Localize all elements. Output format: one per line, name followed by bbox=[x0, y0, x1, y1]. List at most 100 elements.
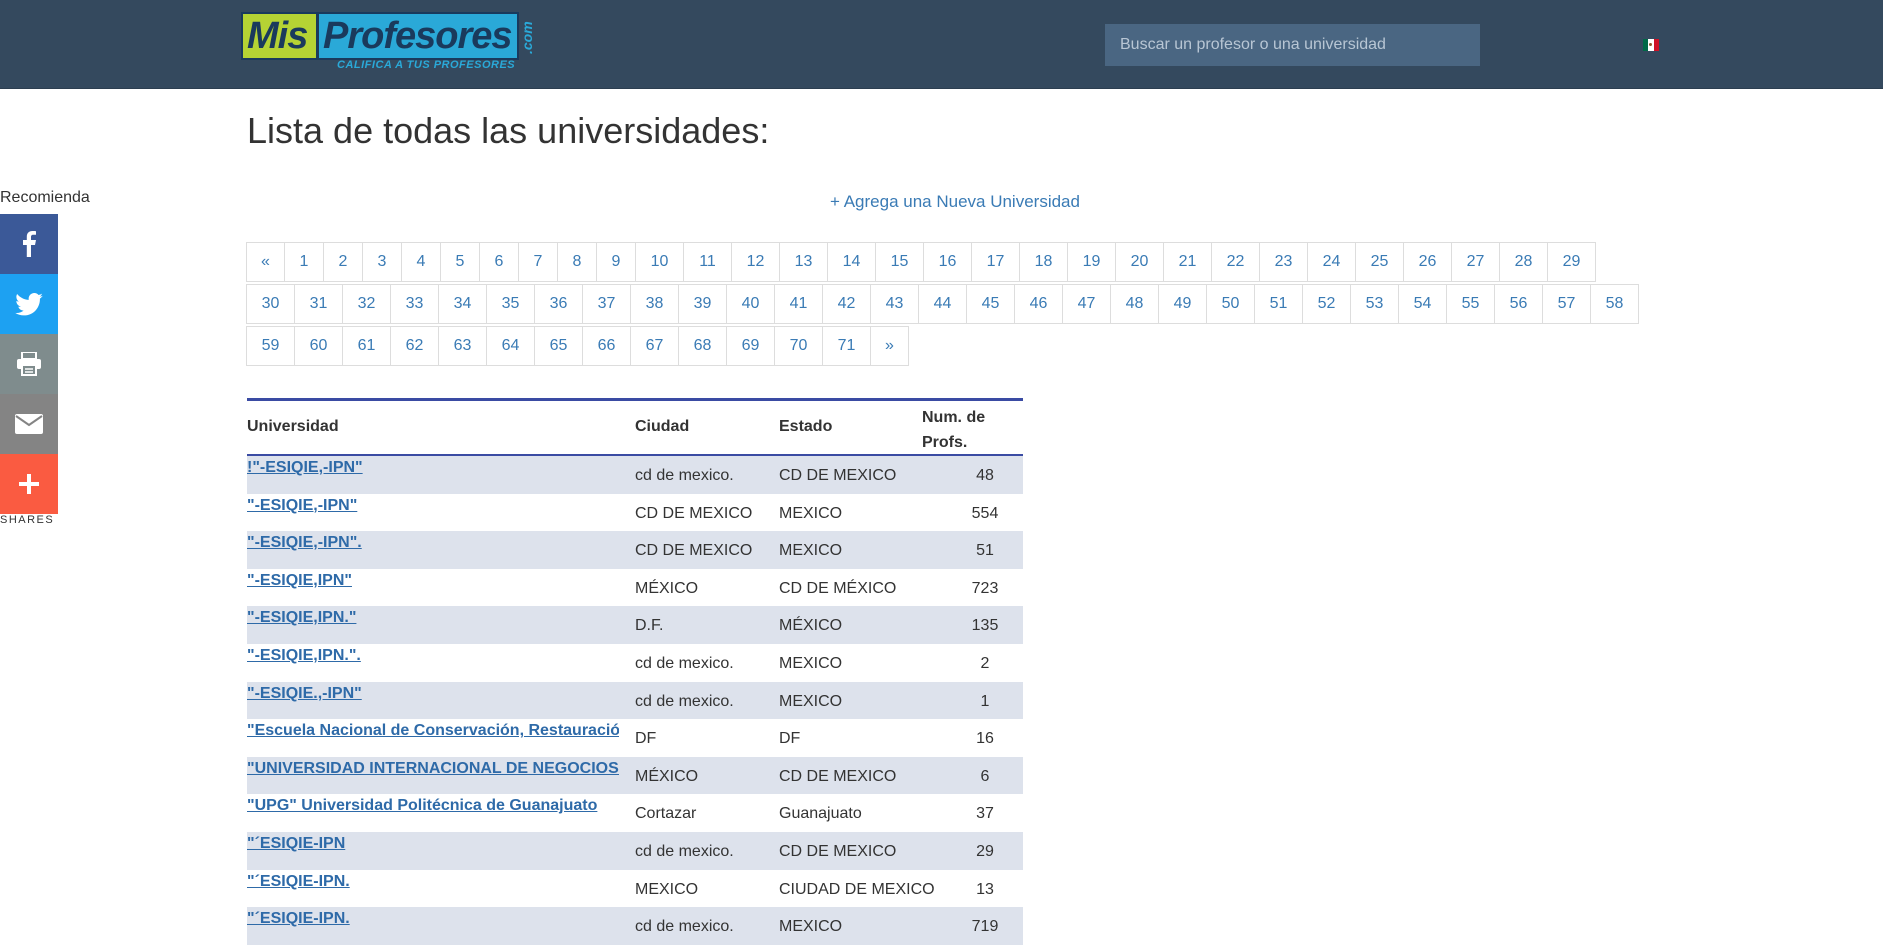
pagination-page[interactable]: 32 bbox=[342, 284, 391, 324]
pagination-page[interactable]: 5 bbox=[440, 242, 480, 282]
pagination-page[interactable]: 21 bbox=[1163, 242, 1212, 282]
university-link[interactable]: "-ESIQIE.,-IPN" bbox=[247, 685, 619, 703]
pagination-page[interactable]: 26 bbox=[1403, 242, 1452, 282]
pagination-page[interactable]: 11 bbox=[683, 242, 732, 282]
pagination-page[interactable]: 24 bbox=[1307, 242, 1356, 282]
pagination-page[interactable]: 46 bbox=[1014, 284, 1063, 324]
pagination-page[interactable]: 18 bbox=[1019, 242, 1068, 282]
pagination-page[interactable]: 30 bbox=[246, 284, 295, 324]
university-link[interactable]: "-ESIQIE,IPN.". bbox=[247, 647, 619, 665]
university-link[interactable]: "-ESIQIE,-IPN". bbox=[247, 534, 619, 552]
university-link[interactable]: "UPG" Universidad Politécnica de Guanaju… bbox=[247, 797, 619, 815]
pagination-page[interactable]: 22 bbox=[1211, 242, 1260, 282]
university-link[interactable]: "-ESIQIE,-IPN" bbox=[247, 497, 619, 515]
pagination-page[interactable]: 71 bbox=[822, 326, 871, 366]
pagination-page[interactable]: 8 bbox=[557, 242, 597, 282]
pagination-page[interactable]: 51 bbox=[1254, 284, 1303, 324]
email-share-button[interactable] bbox=[0, 394, 58, 454]
pagination-page[interactable]: 34 bbox=[438, 284, 487, 324]
pagination-page[interactable]: 20 bbox=[1115, 242, 1164, 282]
pagination-page[interactable]: 13 bbox=[779, 242, 828, 282]
pagination-page[interactable]: 63 bbox=[438, 326, 487, 366]
pagination-page[interactable]: 48 bbox=[1110, 284, 1159, 324]
pagination-page[interactable]: 58 bbox=[1590, 284, 1639, 324]
university-link[interactable]: "-ESIQIE,IPN" bbox=[247, 572, 619, 590]
pagination-page[interactable]: 56 bbox=[1494, 284, 1543, 324]
pagination-page[interactable]: 17 bbox=[971, 242, 1020, 282]
pagination-page[interactable]: 45 bbox=[966, 284, 1015, 324]
pagination-page[interactable]: 15 bbox=[875, 242, 924, 282]
pagination-page[interactable]: 70 bbox=[774, 326, 823, 366]
header-universidad[interactable]: Universidad bbox=[247, 418, 339, 436]
pagination-page[interactable]: 41 bbox=[774, 284, 823, 324]
pagination-next[interactable]: » bbox=[870, 326, 909, 366]
university-link[interactable]: !"-ESIQIE,-IPN" bbox=[247, 459, 619, 477]
header-estado[interactable]: Estado bbox=[779, 418, 832, 436]
pagination-page[interactable]: 60 bbox=[294, 326, 343, 366]
pagination-page[interactable]: 25 bbox=[1355, 242, 1404, 282]
university-link[interactable]: "´ESIQIE-IPN. bbox=[247, 873, 619, 891]
pagination-page[interactable]: 23 bbox=[1259, 242, 1308, 282]
university-link[interactable]: "´ESIQIE-IPN. bbox=[247, 910, 619, 928]
pagination-page[interactable]: 38 bbox=[630, 284, 679, 324]
pagination-page[interactable]: 27 bbox=[1451, 242, 1500, 282]
pagination-page[interactable]: 29 bbox=[1547, 242, 1596, 282]
print-share-button[interactable] bbox=[0, 334, 58, 394]
pagination-page[interactable]: 67 bbox=[630, 326, 679, 366]
pagination-page[interactable]: 52 bbox=[1302, 284, 1351, 324]
pagination-page[interactable]: 66 bbox=[582, 326, 631, 366]
pagination-page[interactable]: 42 bbox=[822, 284, 871, 324]
pagination-page[interactable]: 35 bbox=[486, 284, 535, 324]
pagination-page[interactable]: 14 bbox=[827, 242, 876, 282]
pagination-page[interactable]: 47 bbox=[1062, 284, 1111, 324]
pagination-page[interactable]: 6 bbox=[479, 242, 519, 282]
pagination-page[interactable]: 40 bbox=[726, 284, 775, 324]
logo-tagline: CALIFICA A TUS PROFESORES bbox=[337, 59, 516, 71]
header-num-profs[interactable]: Num. de Profs. bbox=[922, 405, 985, 455]
pagination-page[interactable]: 33 bbox=[390, 284, 439, 324]
twitter-share-button[interactable] bbox=[0, 274, 58, 334]
search-input[interactable]: Buscar un profesor o una universidad bbox=[1105, 24, 1480, 66]
pagination-page[interactable]: 44 bbox=[918, 284, 967, 324]
pagination-page[interactable]: 57 bbox=[1542, 284, 1591, 324]
pagination-page[interactable]: 64 bbox=[486, 326, 535, 366]
pagination-page[interactable]: 59 bbox=[246, 326, 295, 366]
pagination-page[interactable]: 19 bbox=[1067, 242, 1116, 282]
university-link[interactable]: "-ESIQIE,IPN." bbox=[247, 609, 619, 627]
pagination-page[interactable]: 54 bbox=[1398, 284, 1447, 324]
pagination-page[interactable]: 28 bbox=[1499, 242, 1548, 282]
pagination-prev[interactable]: « bbox=[246, 242, 285, 282]
pagination-page[interactable]: 36 bbox=[534, 284, 583, 324]
facebook-share-button[interactable] bbox=[0, 214, 58, 274]
pagination-page[interactable]: 68 bbox=[678, 326, 727, 366]
pagination-page[interactable]: 53 bbox=[1350, 284, 1399, 324]
pagination-page[interactable]: 43 bbox=[870, 284, 919, 324]
pagination-page[interactable]: 37 bbox=[582, 284, 631, 324]
pagination-page[interactable]: 3 bbox=[362, 242, 402, 282]
pagination-page[interactable]: 16 bbox=[923, 242, 972, 282]
pagination-page[interactable]: 10 bbox=[635, 242, 684, 282]
pagination-page[interactable]: 61 bbox=[342, 326, 391, 366]
pagination-page[interactable]: 55 bbox=[1446, 284, 1495, 324]
pagination-page[interactable]: 65 bbox=[534, 326, 583, 366]
pagination-page[interactable]: 9 bbox=[596, 242, 636, 282]
pagination-page[interactable]: 7 bbox=[518, 242, 558, 282]
pagination-page[interactable]: 50 bbox=[1206, 284, 1255, 324]
pagination-page[interactable]: 1 bbox=[284, 242, 324, 282]
pagination-page[interactable]: 2 bbox=[323, 242, 363, 282]
site-logo[interactable]: Mis Profesores .com CALIFICA A TUS PROFE… bbox=[241, 12, 537, 72]
university-link[interactable]: "Escuela Nacional de Conservación, Resta… bbox=[247, 722, 619, 740]
pagination-page[interactable]: 49 bbox=[1158, 284, 1207, 324]
pagination-page[interactable]: 4 bbox=[401, 242, 441, 282]
add-university-link[interactable]: + Agrega una Nueva Universidad bbox=[830, 192, 1080, 212]
pagination-page[interactable]: 12 bbox=[731, 242, 780, 282]
more-share-button[interactable] bbox=[0, 454, 58, 514]
pagination-page[interactable]: 69 bbox=[726, 326, 775, 366]
header-ciudad[interactable]: Ciudad bbox=[635, 418, 689, 436]
mexico-flag-icon[interactable] bbox=[1643, 39, 1659, 51]
pagination-page[interactable]: 62 bbox=[390, 326, 439, 366]
pagination-page[interactable]: 39 bbox=[678, 284, 727, 324]
pagination-page[interactable]: 31 bbox=[294, 284, 343, 324]
university-link[interactable]: "UNIVERSIDAD INTERNACIONAL DE NEGOCIOS" bbox=[247, 760, 619, 778]
university-link[interactable]: "´ESIQIE-IPN bbox=[247, 835, 619, 853]
